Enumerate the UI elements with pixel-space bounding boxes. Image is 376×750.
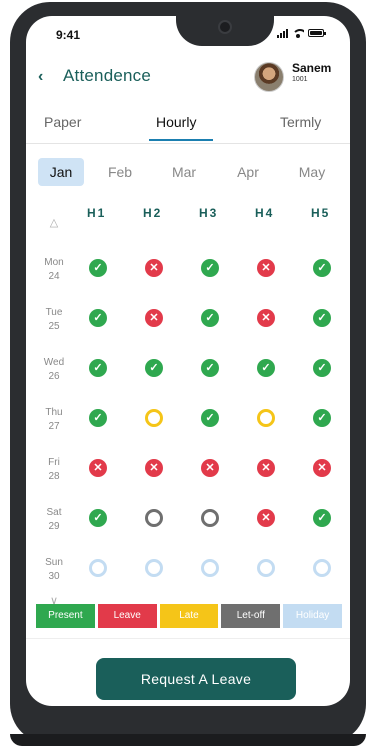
user-id: 1001 (292, 76, 308, 83)
attendance-mark-holiday[interactable] (313, 559, 331, 577)
hour-header: H2 (143, 206, 163, 220)
day-date: 25 (48, 321, 60, 332)
wifi-icon (292, 28, 304, 38)
month-selector: Jan Feb Mar Apr May (26, 154, 350, 190)
camera-notch (176, 16, 274, 46)
attendance-mark-present[interactable]: ✓ (89, 409, 107, 427)
signal-icon (277, 28, 288, 38)
attendance-mark-present[interactable]: ✓ (89, 309, 107, 327)
tab-paper[interactable]: Paper (44, 114, 81, 130)
tab-bar: Paper Hourly Termly (26, 110, 350, 144)
attendance-mark-present[interactable]: ✓ (89, 359, 107, 377)
divider (26, 638, 350, 639)
attendance-mark-leave[interactable]: ✕ (257, 509, 275, 527)
attendance-mark-leave[interactable]: ✕ (145, 259, 163, 277)
attendance-mark-leave[interactable]: ✕ (201, 459, 219, 477)
day-label: Mon 24 (36, 256, 72, 284)
month-mar[interactable]: Mar (162, 158, 206, 186)
day-label: Sun 30 (36, 556, 72, 584)
attendance-mark-present[interactable]: ✓ (89, 509, 107, 527)
tab-termly[interactable]: Termly (280, 114, 321, 130)
month-may[interactable]: May (290, 158, 334, 186)
attendance-mark-leave[interactable]: ✕ (257, 259, 275, 277)
attendance-mark-leave[interactable]: ✕ (257, 459, 275, 477)
attendance-mark-present[interactable]: ✓ (145, 359, 163, 377)
day-date: 30 (48, 571, 60, 582)
request-leave-button[interactable]: Request A Leave (96, 658, 296, 700)
day-date: 28 (48, 471, 60, 482)
attendance-mark-leave[interactable]: ✕ (145, 459, 163, 477)
legend-leave: Leave (97, 604, 157, 628)
day-name: Tue (45, 307, 63, 318)
hour-header: H3 (199, 206, 219, 220)
day-name: Mon (44, 257, 64, 268)
day-label: Tue 25 (36, 306, 72, 334)
attendance-mark-present[interactable]: ✓ (201, 259, 219, 277)
day-label: Fri 28 (36, 456, 72, 484)
day-date: 24 (48, 271, 60, 282)
attendance-mark-present[interactable]: ✓ (313, 259, 331, 277)
attendance-mark-leave[interactable]: ✕ (145, 309, 163, 327)
attendance-mark-present[interactable]: ✓ (201, 409, 219, 427)
month-jan[interactable]: Jan (38, 158, 84, 186)
avatar[interactable] (254, 62, 284, 92)
day-date: 26 (48, 371, 60, 382)
page-title: Attendence (63, 66, 152, 85)
attendance-mark-present[interactable]: ✓ (89, 259, 107, 277)
day-name: Sat (46, 507, 62, 518)
day-name: Wed (43, 357, 65, 368)
day-date: 29 (48, 521, 60, 532)
front-camera-icon (218, 20, 232, 34)
day-label: Thu 27 (36, 406, 72, 434)
attendance-mark-present[interactable]: ✓ (257, 359, 275, 377)
user-name: Sanem (292, 61, 332, 75)
month-apr[interactable]: Apr (226, 158, 270, 186)
back-arrow-icon[interactable]: ‹ (38, 68, 43, 86)
app-screen: 9:41 ‹ Attendence Sanem 1001 Paper Hourl… (26, 16, 350, 706)
attendance-mark-late[interactable] (257, 409, 275, 427)
status-legend: Present Leave Late Let-off Holiday (36, 604, 342, 628)
tab-hourly[interactable]: Hourly (156, 114, 196, 130)
attendance-mark-present[interactable]: ✓ (201, 359, 219, 377)
hour-header: H4 (255, 206, 275, 220)
phone-bottom-edge (10, 734, 366, 746)
attendance-mark-late[interactable] (145, 409, 163, 427)
attendance-mark-present[interactable]: ✓ (313, 359, 331, 377)
month-feb[interactable]: Feb (98, 158, 142, 186)
legend-letoff: Let-off (221, 604, 281, 628)
hour-header: H5 (311, 206, 331, 220)
day-name: Sun (45, 557, 63, 568)
attendance-mark-present[interactable]: ✓ (313, 509, 331, 527)
day-label: Wed 26 (36, 356, 72, 384)
legend-present: Present (36, 604, 95, 628)
day-name: Fri (48, 457, 60, 468)
attendance-mark-present[interactable]: ✓ (201, 309, 219, 327)
attendance-mark-leave[interactable]: ✕ (89, 459, 107, 477)
attendance-mark-present[interactable]: ✓ (313, 309, 331, 327)
attendance-mark-leave[interactable]: ✕ (313, 459, 331, 477)
day-label: Sat 29 (36, 506, 72, 534)
app-header: ‹ Attendence Sanem 1001 (26, 61, 350, 100)
status-icons (277, 28, 326, 38)
legend-holiday: Holiday (283, 604, 342, 628)
status-time: 9:41 (56, 28, 81, 42)
attendance-mark-letoff[interactable] (145, 509, 163, 527)
active-tab-indicator (149, 139, 213, 141)
attendance-mark-holiday[interactable] (257, 559, 275, 577)
day-date: 27 (48, 421, 60, 432)
legend-late: Late (159, 604, 219, 628)
day-name: Thu (45, 407, 63, 418)
attendance-mark-present[interactable]: ✓ (313, 409, 331, 427)
hour-header: H1 (87, 206, 107, 220)
attendance-mark-leave[interactable]: ✕ (257, 309, 275, 327)
attendance-mark-letoff[interactable] (201, 509, 219, 527)
chevron-up-icon[interactable]: △ (48, 216, 60, 229)
battery-icon (308, 29, 326, 37)
attendance-mark-holiday[interactable] (201, 559, 219, 577)
attendance-mark-holiday[interactable] (145, 559, 163, 577)
attendance-mark-holiday[interactable] (89, 559, 107, 577)
